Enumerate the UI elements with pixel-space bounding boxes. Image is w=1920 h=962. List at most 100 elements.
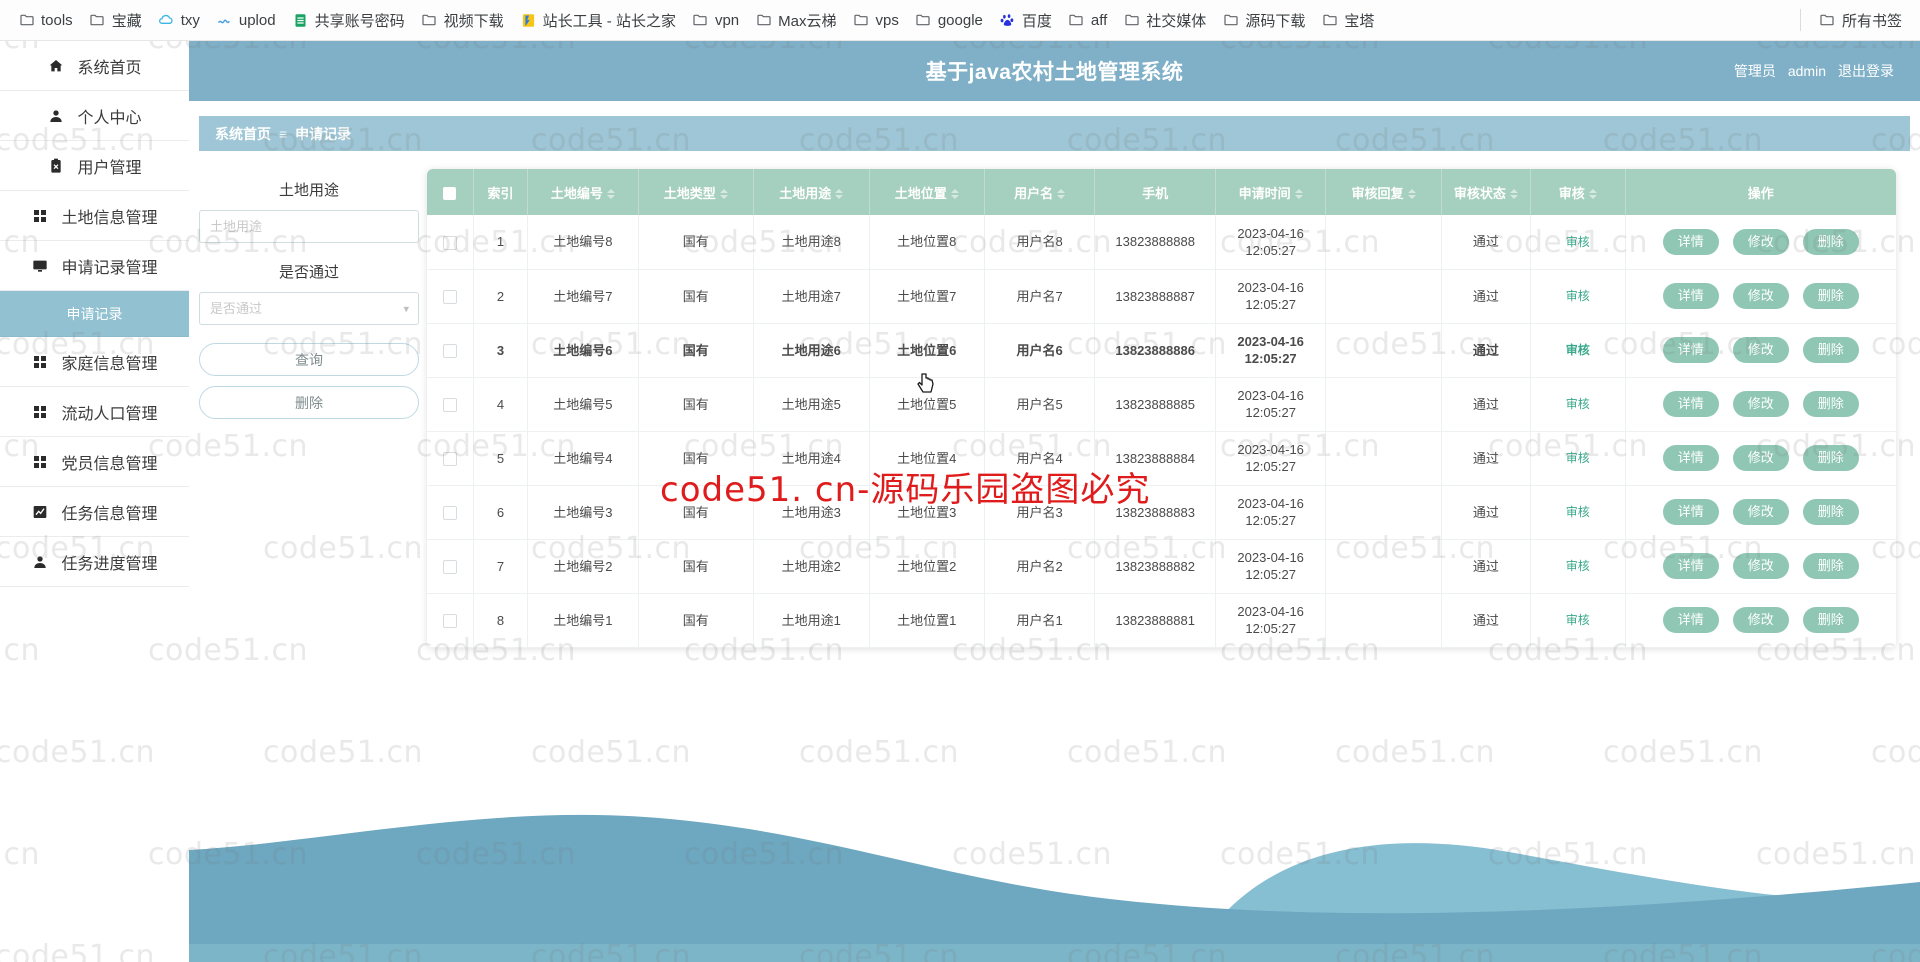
sidebar-item-after-3[interactable]: 任务信息管理 — [0, 487, 189, 537]
delete-row-button[interactable]: 删除 — [1802, 283, 1859, 309]
bookmark-3[interactable]: uplod — [208, 9, 284, 32]
row-checkbox[interactable] — [442, 398, 457, 413]
cell-land-type: 国有 — [638, 593, 755, 648]
row-checkbox[interactable] — [442, 560, 457, 575]
sort-icon[interactable] — [1407, 189, 1416, 200]
delete-row-button[interactable]: 删除 — [1802, 499, 1859, 525]
sort-icon[interactable] — [1588, 189, 1597, 200]
audit-link[interactable]: 审核 — [1566, 235, 1590, 249]
table-row[interactable]: 3 土地编号6 国有 土地用途6 土地位置6 用户名6 13823888886 2023-04… — [427, 323, 1896, 378]
sidebar-item-after-1[interactable]: 流动人口管理 — [0, 387, 189, 437]
delete-row-button[interactable]: 删除 — [1802, 445, 1859, 471]
breadcrumb-home[interactable]: 系统首页 — [215, 124, 271, 144]
bookmark-1[interactable]: 宝藏 — [81, 7, 150, 34]
user-area: 管理员 admin 退出登录 — [1734, 61, 1894, 81]
bookmark-8[interactable]: Max云梯 — [747, 7, 844, 34]
bookmark-15[interactable]: 宝塔 — [1313, 7, 1382, 34]
cell-audit: 审核 — [1530, 215, 1626, 270]
bookmark-14[interactable]: 源码下载 — [1214, 7, 1313, 34]
table-row[interactable]: 1 土地编号8 国有 土地用途8 土地位置8 用户名8 13823888888 2023-04… — [427, 215, 1896, 270]
audit-link[interactable]: 审核 — [1566, 289, 1590, 303]
select-all-checkbox[interactable] — [443, 186, 457, 200]
baidu-icon — [999, 12, 1016, 29]
audit-link[interactable]: 审核 — [1566, 451, 1590, 465]
bookmark-13[interactable]: 社交媒体 — [1115, 7, 1214, 34]
audit-link[interactable]: 审核 — [1566, 397, 1590, 411]
bookmark-label: 宝塔 — [1344, 12, 1375, 30]
detail-button[interactable]: 详情 — [1662, 283, 1719, 309]
detail-button[interactable]: 详情 — [1662, 228, 1719, 255]
detail-button[interactable]: 详情 — [1662, 607, 1719, 633]
bookmark-11[interactable]: 百度 — [991, 7, 1060, 34]
detail-button[interactable]: 详情 — [1662, 337, 1719, 363]
detail-button[interactable]: 详情 — [1662, 553, 1719, 579]
approved-select[interactable] — [199, 292, 419, 325]
edit-button[interactable]: 修改 — [1732, 337, 1789, 363]
sidebar-item-0[interactable]: 系统首页 — [0, 41, 189, 91]
delete-row-button[interactable]: 删除 — [1802, 391, 1859, 417]
edit-button[interactable]: 修改 — [1732, 445, 1789, 471]
bookmark-2[interactable]: txy — [150, 9, 208, 32]
bookmark-5[interactable]: 视频下载 — [413, 7, 512, 34]
bookmark-7[interactable]: vpn — [684, 9, 747, 32]
sidebar-item-after-4[interactable]: 任务进度管理 — [0, 537, 189, 587]
search-button[interactable]: 查询 — [199, 343, 419, 376]
sidebar-item-3[interactable]: 土地信息管理 — [0, 191, 189, 241]
sort-icon[interactable] — [719, 189, 728, 200]
row-checkbox[interactable] — [442, 290, 457, 305]
edit-button[interactable]: 修改 — [1732, 607, 1789, 633]
sort-icon[interactable] — [835, 189, 844, 200]
delete-button[interactable]: 删除 — [199, 386, 419, 419]
table-row[interactable]: 4 土地编号5 国有 土地用途5 土地位置5 用户名5 13823888885 2023-04… — [427, 377, 1896, 432]
bookmark-9[interactable]: vps — [844, 9, 906, 32]
delete-row-button[interactable]: 删除 — [1802, 337, 1859, 363]
edit-button[interactable]: 修改 — [1732, 553, 1789, 579]
cell-land-no: 土地编号4 — [527, 431, 639, 486]
bookmark-10[interactable]: google — [907, 9, 991, 32]
sort-icon[interactable] — [1294, 189, 1303, 200]
delete-row-button[interactable]: 删除 — [1802, 607, 1859, 633]
row-checkbox[interactable] — [442, 614, 457, 629]
all-bookmarks-button[interactable]: 所有书签 — [1811, 7, 1910, 34]
audit-link[interactable]: 审核 — [1566, 505, 1590, 519]
bookmark-0[interactable]: tools — [10, 9, 81, 32]
bookmark-6[interactable]: 站长工具 - 站长之家 — [512, 7, 684, 34]
row-checkbox[interactable] — [442, 452, 457, 467]
table-row[interactable]: 8 土地编号1 国有 土地用途1 土地位置1 用户名1 13823888881 2023-04… — [427, 593, 1896, 648]
delete-row-button[interactable]: 删除 — [1802, 228, 1859, 255]
row-checkbox[interactable] — [442, 235, 457, 250]
table-row[interactable]: 7 土地编号2 国有 土地用途2 土地位置2 用户名2 13823888882 2023-04… — [427, 539, 1896, 594]
delete-row-button[interactable]: 删除 — [1802, 553, 1859, 579]
sidebar-item-1[interactable]: 个人中心 — [0, 91, 189, 141]
detail-button[interactable]: 详情 — [1662, 445, 1719, 471]
logout-button[interactable]: 退出登录 — [1838, 61, 1894, 81]
edit-button[interactable]: 修改 — [1732, 499, 1789, 525]
detail-button[interactable]: 详情 — [1662, 499, 1719, 525]
bookmark-12[interactable]: aff — [1060, 9, 1115, 32]
sort-icon[interactable] — [1057, 189, 1066, 200]
audit-link[interactable]: 审核 — [1566, 343, 1590, 357]
audit-link[interactable]: 审核 — [1566, 559, 1590, 573]
sort-icon[interactable] — [950, 189, 959, 200]
row-checkbox[interactable] — [442, 344, 457, 359]
row-checkbox[interactable] — [442, 506, 457, 521]
land-use-input[interactable] — [199, 210, 419, 243]
edit-button[interactable]: 修改 — [1732, 283, 1789, 309]
table-row[interactable]: 5 土地编号4 国有 土地用途4 土地位置4 用户名4 13823888884 2023-04… — [427, 431, 1896, 486]
cell-land-no: 土地编号2 — [527, 539, 639, 594]
sidebar-item-2[interactable]: 用户管理 — [0, 141, 189, 191]
sidebar-subitem-active[interactable]: 申请记录 — [0, 291, 189, 337]
sort-icon[interactable] — [1509, 189, 1518, 200]
bookmark-4[interactable]: 共享账号密码 — [284, 7, 413, 34]
table-row[interactable]: 6 土地编号3 国有 土地用途3 土地位置3 用户名3 13823888883 2023-04… — [427, 485, 1896, 540]
edit-button[interactable]: 修改 — [1732, 228, 1789, 255]
sidebar-item-after-2[interactable]: 党员信息管理 — [0, 437, 189, 487]
sort-icon[interactable] — [606, 189, 615, 200]
edit-button[interactable]: 修改 — [1732, 391, 1789, 417]
table-row[interactable]: 2 土地编号7 国有 土地用途7 土地位置7 用户名7 13823888887 2023-04… — [427, 269, 1896, 324]
cell-land-use: 土地用途5 — [753, 377, 870, 432]
sidebar-item-4[interactable]: 申请记录管理 — [0, 241, 189, 291]
sidebar-item-after-0[interactable]: 家庭信息管理 — [0, 337, 189, 387]
audit-link[interactable]: 审核 — [1566, 613, 1590, 627]
detail-button[interactable]: 详情 — [1662, 391, 1719, 417]
